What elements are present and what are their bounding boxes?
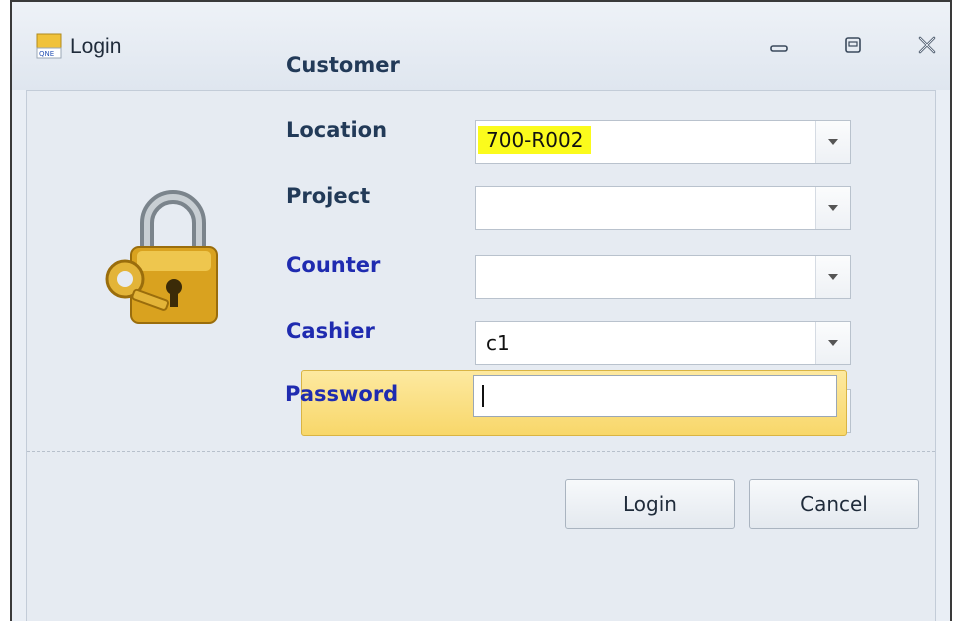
chevron-down-icon <box>828 139 838 145</box>
padlock-key-icon <box>105 190 218 324</box>
svg-text:QNE: QNE <box>39 50 54 58</box>
cancel-button[interactable]: Cancel <box>749 479 919 529</box>
counter-label: Counter <box>286 253 381 277</box>
customer-value: 700-R002 <box>478 126 592 154</box>
project-combo[interactable] <box>475 255 851 299</box>
location-combo[interactable] <box>475 186 851 230</box>
app-icon: QNE <box>36 33 62 59</box>
login-button[interactable]: Login <box>565 479 735 529</box>
title-bar[interactable]: QNE Login <box>12 2 950 90</box>
window-title: Login <box>70 35 122 58</box>
customer-dropdown-button[interactable] <box>815 121 850 163</box>
dialog-body: Customer 700-R002 Location Project Count… <box>26 53 936 621</box>
customer-label: Customer <box>286 53 400 77</box>
chevron-down-icon <box>828 274 838 280</box>
chevron-down-icon <box>828 340 838 346</box>
location-label: Location <box>286 118 388 142</box>
minimize-icon[interactable] <box>764 30 794 60</box>
counter-dropdown-button[interactable] <box>815 322 850 364</box>
project-label: Project <box>286 184 371 208</box>
chevron-down-icon <box>828 205 838 211</box>
location-dropdown-button[interactable] <box>815 187 850 229</box>
close-icon[interactable] <box>912 30 942 60</box>
customer-combo[interactable]: 700-R002 <box>475 120 851 164</box>
password-field[interactable] <box>473 375 837 417</box>
cashier-label: Cashier <box>286 319 375 343</box>
password-label: Password <box>285 382 399 406</box>
button-divider <box>27 451 935 452</box>
counter-combo[interactable]: c1 <box>475 321 851 365</box>
project-dropdown-button[interactable] <box>815 256 850 298</box>
text-caret <box>482 385 484 407</box>
login-window: QNE Login Customer 700-R002 Location Pro… <box>10 0 952 621</box>
counter-value: c1 <box>486 331 510 355</box>
maximize-icon[interactable] <box>838 30 868 60</box>
